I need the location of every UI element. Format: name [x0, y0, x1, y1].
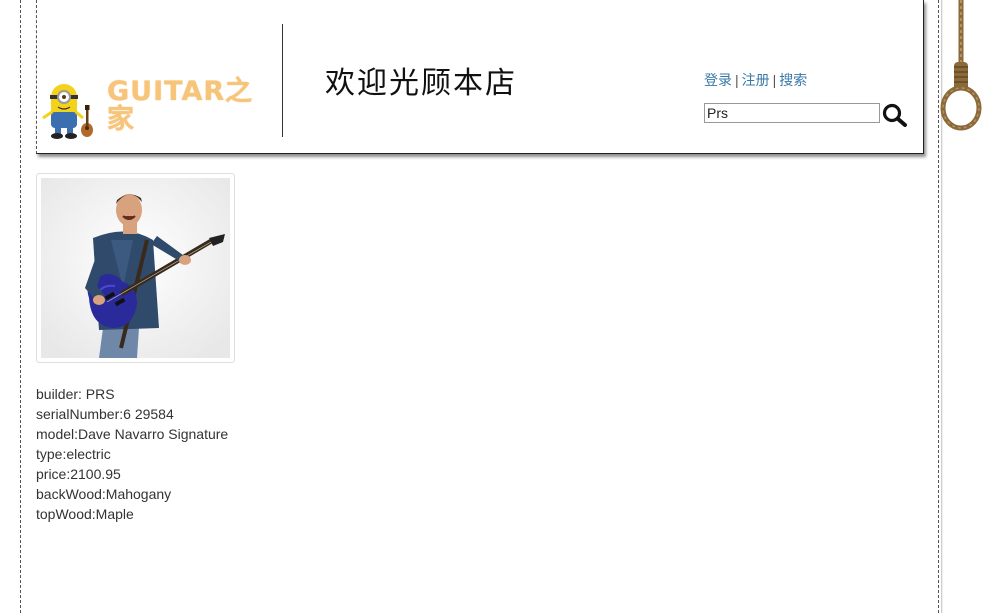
detail-model: model:Dave Navarro Signature: [36, 426, 229, 442]
welcome-heading: 欢迎光顾本店: [325, 66, 517, 101]
site-header: GUITAR之家 欢迎光顾本店 登录 | 注册 | 搜索: [36, 0, 924, 154]
left-dashed-border: [20, 0, 21, 613]
logo-text: GUITAR之家: [107, 76, 254, 135]
product-details: builder: PRS serialNumber:6 29584 model:…: [36, 384, 228, 524]
site-logo[interactable]: GUITAR之家: [41, 78, 281, 140]
minion-icon: [42, 84, 93, 139]
magnifier-icon[interactable]: [882, 103, 908, 127]
register-link[interactable]: 注册: [742, 72, 770, 88]
guitarist-photo: [41, 178, 230, 358]
header-links: 登录 | 注册 | 搜索: [704, 71, 807, 89]
detail-price: price:2100.95: [36, 466, 121, 482]
detail-back-wood: backWood:Mahogany: [36, 486, 172, 502]
search-link[interactable]: 搜索: [779, 72, 807, 88]
detail-type: type:electric: [36, 446, 111, 462]
login-link[interactable]: 登录: [704, 72, 732, 88]
product-photo: [41, 178, 230, 358]
header-divider: [282, 24, 283, 137]
product-thumbnail[interactable]: [36, 173, 235, 363]
noose-rope-icon: [940, 0, 982, 131]
link-separator: |: [735, 72, 739, 88]
detail-serial-number: serialNumber:6 29584: [36, 406, 174, 422]
detail-top-wood: topWood:Maple: [36, 506, 134, 522]
link-separator: |: [772, 72, 777, 88]
search-input[interactable]: [704, 103, 880, 123]
page: GUITAR之家 欢迎光顾本店 登录 | 注册 | 搜索 Prs builder…: [0, 0, 1002, 613]
detail-builder: builder: PRS: [36, 386, 115, 402]
